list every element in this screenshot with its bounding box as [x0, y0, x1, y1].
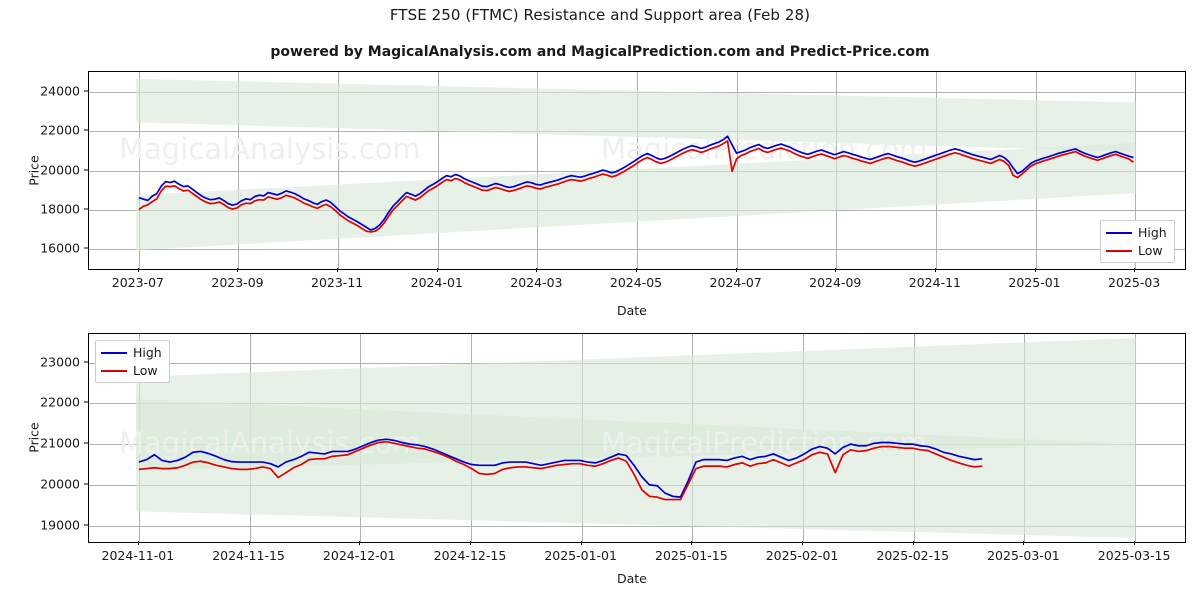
lower-plot-area[interactable]: MagicalAnalysis.com MagicalPrediction.com: [88, 333, 1186, 543]
x-tick-label: 2025-01: [1008, 275, 1061, 290]
y-tick-label: 16000: [40, 240, 80, 256]
legend-item-low[interactable]: Low: [1106, 243, 1167, 258]
upper-plot-area[interactable]: MagicalAnalysis.com MagicalPrediction.com…: [88, 71, 1186, 270]
x-tick-label: 2023-09: [211, 275, 264, 290]
y-tick-label: 23000: [40, 354, 80, 370]
series-line-low: [138, 440, 983, 501]
x-tick-label: 2024-11: [908, 275, 961, 290]
legend-label: High: [133, 345, 162, 360]
x-tick-label: 2024-12-15: [433, 548, 507, 563]
upper-chart-panel: MagicalAnalysis.com MagicalPrediction.com…: [0, 0, 1200, 320]
legend-label: Low: [1138, 243, 1163, 258]
lower-chart-panel: MagicalAnalysis.com MagicalPrediction.com…: [0, 320, 1200, 600]
chart-page: FTSE 250 (FTMC) Resistance and Support a…: [0, 0, 1200, 600]
y-tick-mark: [84, 442, 88, 444]
legend-swatch-low: [1106, 249, 1132, 252]
x-tick-label: 2023-11: [310, 275, 364, 290]
y-tick-mark: [84, 129, 88, 131]
legend-label: High: [1138, 225, 1167, 240]
legend-item-high[interactable]: High: [1106, 225, 1167, 240]
series-line-high: [138, 135, 1134, 231]
x-tick-label: 2024-03: [510, 275, 563, 290]
y-tick-label: 20000: [40, 476, 80, 492]
lower-chart-legend[interactable]: High Low: [95, 340, 170, 383]
x-tick-label: 2025-02-01: [765, 548, 839, 563]
x-tick-label: 2024-09: [809, 275, 862, 290]
y-tick-mark: [84, 483, 88, 485]
x-tick-label: 2024-11-01: [101, 548, 175, 563]
x-tick-label: 2023-07: [111, 275, 164, 290]
y-tick-mark: [84, 247, 88, 249]
x-tick-label: 2024-12-01: [322, 548, 396, 563]
x-tick-label: 2024-07: [709, 275, 762, 290]
series-line-low: [138, 140, 1134, 233]
y-tick-label: 19000: [40, 517, 80, 533]
x-tick-label: 2025-01-15: [655, 548, 728, 563]
y-tick-mark: [84, 361, 88, 363]
lower-x-axis-label: Date: [617, 571, 647, 586]
upper-chart-legend[interactable]: High Low: [1100, 220, 1175, 263]
legend-swatch-high: [101, 351, 127, 354]
lower-y-axis-label: Price: [26, 422, 42, 453]
series-layer: [138, 135, 1134, 233]
x-tick-label: 2025-01-01: [544, 548, 617, 563]
legend-item-high[interactable]: High: [101, 345, 162, 360]
legend-swatch-low: [101, 369, 127, 372]
upper-x-axis-label: Date: [617, 303, 647, 318]
y-tick-mark: [84, 169, 88, 170]
x-tick-label: 2025-03-15: [1097, 548, 1171, 563]
legend-item-low[interactable]: Low: [101, 363, 162, 378]
y-tick-mark: [84, 524, 88, 526]
x-tick-label: 2025-03: [1108, 275, 1161, 290]
legend-label: Low: [133, 363, 158, 378]
x-tick-label: 2024-11-15: [212, 548, 285, 563]
y-tick-label: 24000: [40, 83, 80, 99]
legend-swatch-high: [1106, 231, 1132, 234]
y-tick-mark: [84, 208, 88, 210]
y-tick-mark: [84, 401, 88, 403]
series-layer: [138, 438, 983, 501]
x-tick-label: 2025-02-15: [876, 548, 950, 563]
x-tick-label: 2024-01: [410, 275, 463, 290]
x-tick-label: 2024-05: [609, 275, 663, 290]
y-tick-mark: [84, 90, 88, 92]
x-tick-label: 2025-03-01: [987, 548, 1060, 563]
upper-y-axis-label: Price: [26, 155, 42, 186]
